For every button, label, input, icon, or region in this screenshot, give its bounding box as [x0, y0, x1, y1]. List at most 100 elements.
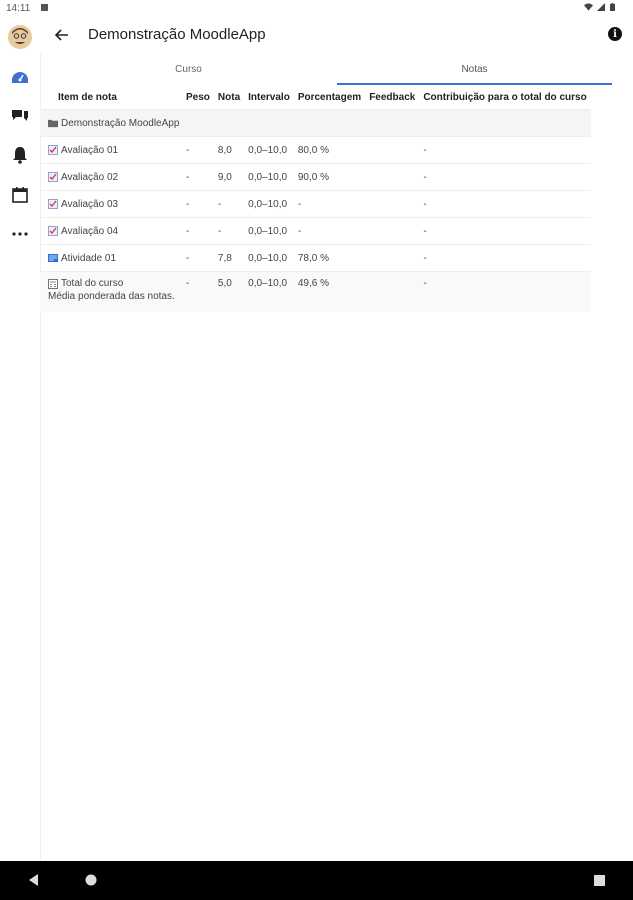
cell-feedback: [365, 271, 420, 312]
cell-porcentagem: -: [293, 190, 366, 218]
cell-intervalo: 0,0–10,0: [244, 217, 294, 245]
system-nav-bar: [0, 861, 633, 900]
sidebar-item-more[interactable]: [8, 222, 32, 246]
nav-recents-button[interactable]: [594, 873, 605, 891]
table-header-row: Item de nota Peso Nota Intervalo Porcent…: [40, 85, 591, 110]
user-avatar[interactable]: [8, 25, 32, 49]
cell-intervalo: 0,0–10,0: [244, 190, 294, 218]
cell-intervalo: 0,0–10,0: [244, 244, 294, 272]
nav-home-icon: [85, 874, 97, 886]
app-header: Demonstração MoodleApp i: [40, 17, 633, 53]
signal-icon: [597, 3, 606, 11]
status-time: 14:11: [6, 3, 31, 14]
cell-peso: -: [182, 271, 214, 312]
grades-table-container: Item de nota Peso Nota Intervalo Porcent…: [40, 85, 633, 312]
sidebar: [0, 17, 41, 861]
quiz-icon: [48, 145, 58, 155]
tab-label: Curso: [175, 63, 202, 75]
cell-contribuicao: -: [419, 136, 591, 164]
grade-item-link[interactable]: Avaliação 02: [61, 172, 118, 183]
cell-feedback: [365, 136, 420, 164]
bell-icon: [13, 147, 27, 164]
arrow-left-icon: [55, 29, 68, 41]
calendar-icon: [12, 187, 28, 203]
grade-item-link[interactable]: Avaliação 04: [61, 226, 118, 237]
cell-feedback: [365, 190, 420, 218]
cell-contribuicao: -: [419, 244, 591, 272]
tab-curso[interactable]: Curso: [40, 53, 337, 85]
total-label: Total do curso: [61, 278, 124, 289]
cell-contribuicao: -: [419, 217, 591, 245]
folder-icon: [48, 119, 58, 128]
column-header-item: Item de nota: [58, 91, 117, 103]
cell-porcentagem: -: [293, 217, 366, 245]
cell-feedback: [365, 217, 420, 245]
grade-item-link[interactable]: Atividade 01: [61, 253, 116, 264]
tab-bar: Curso Notas: [40, 53, 633, 85]
quiz-icon: [48, 172, 58, 182]
cell-contribuicao: -: [419, 190, 591, 218]
cell-contribuicao: -: [419, 271, 591, 312]
tab-notas[interactable]: Notas: [337, 53, 612, 85]
table-row: Avaliação 03 - - 0,0–10,0 - -: [40, 190, 591, 218]
cell-peso: -: [182, 217, 214, 245]
page-title: Demonstração MoodleApp: [88, 26, 266, 43]
column-header-contribuicao: Contribuição para o total do curso: [423, 91, 587, 103]
column-header-porcentagem: Porcentagem: [297, 91, 362, 103]
more-icon: [12, 232, 28, 236]
table-row: Atividade 01 - 7,8 0,0–10,0 78,0 % -: [40, 244, 591, 272]
cell-nota: -: [213, 190, 245, 218]
cell-peso: -: [182, 136, 214, 164]
sidebar-item-calendar[interactable]: [8, 183, 32, 207]
battery-icon: [610, 3, 615, 11]
cell-nota: -: [213, 217, 245, 245]
table-row: Avaliação 02 - 9,0 0,0–10,0 90,0 % -: [40, 163, 591, 191]
back-button[interactable]: [52, 25, 72, 45]
nav-recents-icon: [594, 875, 605, 886]
quiz-icon: [48, 226, 58, 236]
sidebar-item-messages[interactable]: [8, 104, 32, 128]
nav-back-icon: [29, 874, 38, 886]
column-header-peso: Peso: [186, 91, 210, 103]
assignment-icon: [48, 254, 58, 262]
cell-nota: 7,8: [213, 244, 245, 272]
chat-icon: [12, 110, 28, 121]
info-button[interactable]: i: [608, 27, 622, 41]
cell-nota: 5,0: [213, 271, 245, 312]
sidebar-item-notifications[interactable]: [8, 143, 32, 167]
nav-home-button[interactable]: [85, 873, 97, 891]
cell-intervalo: 0,0–10,0: [244, 163, 294, 191]
dashboard-icon: [12, 72, 28, 83]
cell-intervalo: 0,0–10,0: [244, 136, 294, 164]
column-header-feedback: Feedback: [369, 91, 416, 103]
category-name: Demonstração MoodleApp: [61, 117, 180, 129]
notification-icon: [41, 4, 48, 11]
column-header-intervalo: Intervalo: [248, 91, 290, 103]
table-row: Avaliação 01 - 8,0 0,0–10,0 80,0 % -: [40, 136, 591, 164]
category-row: Demonstração MoodleApp: [40, 109, 591, 137]
cell-peso: -: [182, 163, 214, 191]
total-row: Total do curso Média ponderada das notas…: [40, 271, 591, 312]
tab-label: Notas: [461, 63, 488, 75]
sidebar-item-dashboard[interactable]: [8, 65, 32, 89]
cell-nota: 8,0: [213, 136, 245, 164]
avatar-face-icon: [8, 25, 32, 49]
cell-porcentagem: 78,0 %: [293, 244, 366, 272]
nav-back-button[interactable]: [29, 873, 39, 891]
cell-contribuicao: -: [419, 163, 591, 191]
cell-nota: 9,0: [213, 163, 245, 191]
table-row: Avaliação 04 - - 0,0–10,0 - -: [40, 217, 591, 245]
cell-porcentagem: 80,0 %: [293, 136, 366, 164]
grade-item-link[interactable]: Avaliação 03: [61, 199, 118, 210]
cell-feedback: [365, 163, 420, 191]
cell-porcentagem: 49,6 %: [293, 271, 366, 312]
cell-intervalo: 0,0–10,0: [244, 271, 294, 312]
column-header-nota: Nota: [217, 91, 241, 103]
info-icon: i: [613, 28, 617, 40]
cell-feedback: [365, 244, 420, 272]
grade-item-link[interactable]: Avaliação 01: [61, 145, 118, 156]
cell-porcentagem: 90,0 %: [293, 163, 366, 191]
calculator-icon: [48, 278, 58, 289]
cell-peso: -: [182, 244, 214, 272]
cell-peso: -: [182, 190, 214, 218]
